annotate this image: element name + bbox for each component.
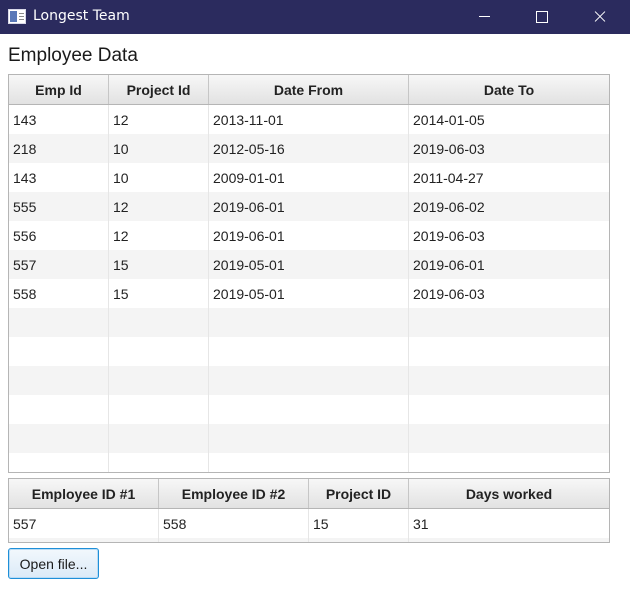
table-cell (209, 424, 409, 453)
table-cell: 2009-01-01 (209, 163, 409, 192)
table-cell: 15 (109, 279, 209, 308)
table-cell: 12 (109, 105, 209, 134)
table-cell: 555 (9, 192, 109, 221)
table-cell (9, 395, 109, 424)
table-cell (9, 453, 109, 472)
column-header-emp-id[interactable]: Emp Id (9, 75, 109, 104)
table-row[interactable]: 556 12 2019-06-01 2019-06-03 (9, 221, 609, 250)
table-cell: 2019-06-02 (413, 198, 485, 215)
employee-table-body: 143 12 2013-11-01 2014-01-05 218 10 2012-05-16… (9, 105, 609, 472)
table-cell (9, 538, 159, 542)
table-row[interactable]: 555 12 2019-06-01 2019-06-02 (9, 192, 609, 221)
table-cell: 143 (9, 163, 109, 192)
table-cell: 2019-06-03 (413, 227, 485, 244)
table-cell: 218 (9, 134, 109, 163)
table-cell (9, 337, 109, 366)
minimize-icon[interactable] (462, 0, 508, 34)
table-cell (209, 308, 409, 337)
result-table-body: 557 558 15 31 (9, 509, 609, 542)
table-cell: 2012-05-16 (209, 134, 409, 163)
table-cell: 2011-04-27 (413, 169, 484, 186)
employee-table-header: Emp Id Project Id Date From Date To (9, 75, 609, 105)
result-table[interactable]: Employee ID #1 Employee ID #2 Project ID… (8, 478, 610, 543)
empty-table-row[interactable] (9, 538, 609, 542)
table-cell (109, 453, 209, 472)
table-cell (209, 366, 409, 395)
table-cell: 2019-05-01 (209, 279, 409, 308)
app-window-icon (8, 9, 26, 24)
table-cell (109, 308, 209, 337)
table-cell: 2014-01-05 (413, 111, 485, 128)
table-cell (409, 538, 609, 542)
column-header-date-from[interactable]: Date From (209, 75, 409, 104)
employee-data-heading: Employee Data (8, 45, 138, 66)
table-cell: 556 (9, 221, 109, 250)
empty-table-row[interactable] (9, 424, 609, 453)
table-cell (409, 395, 609, 424)
table-cell: 2019-06-01 (209, 192, 409, 221)
table-cell (109, 424, 209, 453)
table-row[interactable]: 218 10 2012-05-16 2019-06-03 (9, 134, 609, 163)
table-cell: 558 (9, 279, 109, 308)
title-bar[interactable]: Longest Team (0, 0, 630, 34)
table-cell: 10 (109, 163, 209, 192)
table-cell (9, 308, 109, 337)
table-cell: 15 (109, 250, 209, 279)
table-cell: 2019-05-01 (209, 250, 409, 279)
empty-table-row[interactable] (9, 308, 609, 337)
table-cell (409, 366, 609, 395)
table-cell: 12 (109, 221, 209, 250)
column-header-days-worked[interactable]: Days worked (409, 479, 609, 508)
table-cell (109, 366, 209, 395)
employee-table[interactable]: Emp Id Project Id Date From Date To 143 1… (8, 74, 610, 473)
table-row[interactable]: 557 15 2019-05-01 2019-06-01 (9, 250, 609, 279)
table-row[interactable]: 557 558 15 31 (9, 509, 609, 538)
table-cell: 557 (9, 250, 109, 279)
table-cell: 2013-11-01 (209, 105, 409, 134)
table-cell (409, 337, 609, 366)
table-cell (209, 395, 409, 424)
table-cell: 558 (159, 509, 309, 538)
table-cell (109, 395, 209, 424)
table-row[interactable]: 143 10 2009-01-01 2011-04-27 (9, 163, 609, 192)
table-cell: 557 (9, 509, 159, 538)
table-cell: 2019-06-01 (413, 256, 485, 273)
table-cell: 2019-06-01 (209, 221, 409, 250)
table-cell: 12 (109, 192, 209, 221)
window-title: Longest Team (33, 8, 130, 24)
column-header-employee-id-2[interactable]: Employee ID #2 (159, 479, 309, 508)
table-cell (9, 366, 109, 395)
table-cell (209, 453, 409, 472)
table-cell (209, 337, 409, 366)
column-header-date-to[interactable]: Date To (409, 75, 609, 104)
column-header-employee-id-1[interactable]: Employee ID #1 (9, 479, 159, 508)
table-cell: 2019-06-03 (413, 140, 485, 157)
maximize-icon[interactable] (518, 0, 564, 34)
table-cell: 2019-06-03 (413, 285, 485, 302)
empty-table-row[interactable] (9, 366, 609, 395)
table-cell (9, 424, 109, 453)
table-cell (409, 308, 609, 337)
table-cell (309, 538, 409, 542)
open-file-button[interactable]: Open file... (8, 548, 99, 579)
close-icon[interactable] (576, 0, 622, 34)
table-cell (409, 424, 609, 453)
table-cell (159, 538, 309, 542)
table-cell: 31 (413, 515, 429, 532)
column-header-project-id[interactable]: Project Id (109, 75, 209, 104)
table-cell: 10 (109, 134, 209, 163)
empty-table-row[interactable] (9, 453, 609, 472)
column-header-project-id[interactable]: Project ID (309, 479, 409, 508)
table-row[interactable]: 558 15 2019-05-01 2019-06-03 (9, 279, 609, 308)
table-cell: 15 (309, 509, 409, 538)
table-cell: 143 (9, 105, 109, 134)
table-row[interactable]: 143 12 2013-11-01 2014-01-05 (9, 105, 609, 134)
empty-table-row[interactable] (9, 337, 609, 366)
table-cell (409, 453, 609, 472)
empty-table-row[interactable] (9, 395, 609, 424)
table-cell (109, 337, 209, 366)
result-table-header: Employee ID #1 Employee ID #2 Project ID… (9, 479, 609, 509)
